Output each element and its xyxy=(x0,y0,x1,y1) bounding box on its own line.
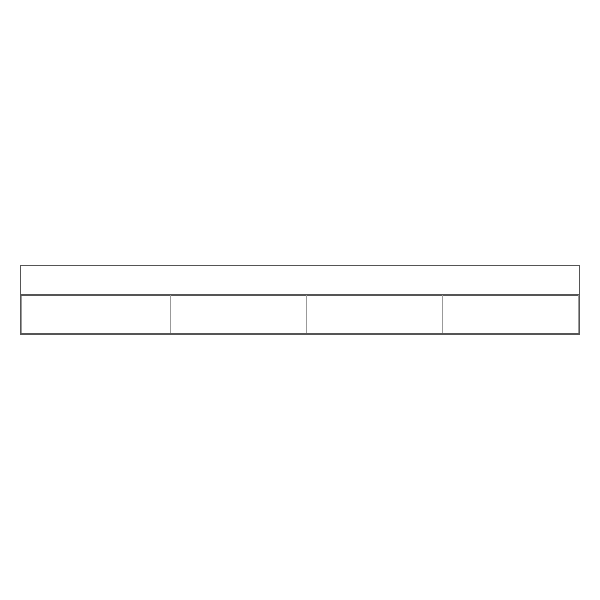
size-table xyxy=(21,295,579,334)
header-bust xyxy=(307,296,443,334)
header-tag-size xyxy=(22,296,171,334)
header-length xyxy=(443,296,579,334)
chart-title xyxy=(21,266,579,295)
header-unit xyxy=(171,296,307,334)
table-header-row xyxy=(22,296,579,334)
size-chart-container xyxy=(20,265,580,335)
